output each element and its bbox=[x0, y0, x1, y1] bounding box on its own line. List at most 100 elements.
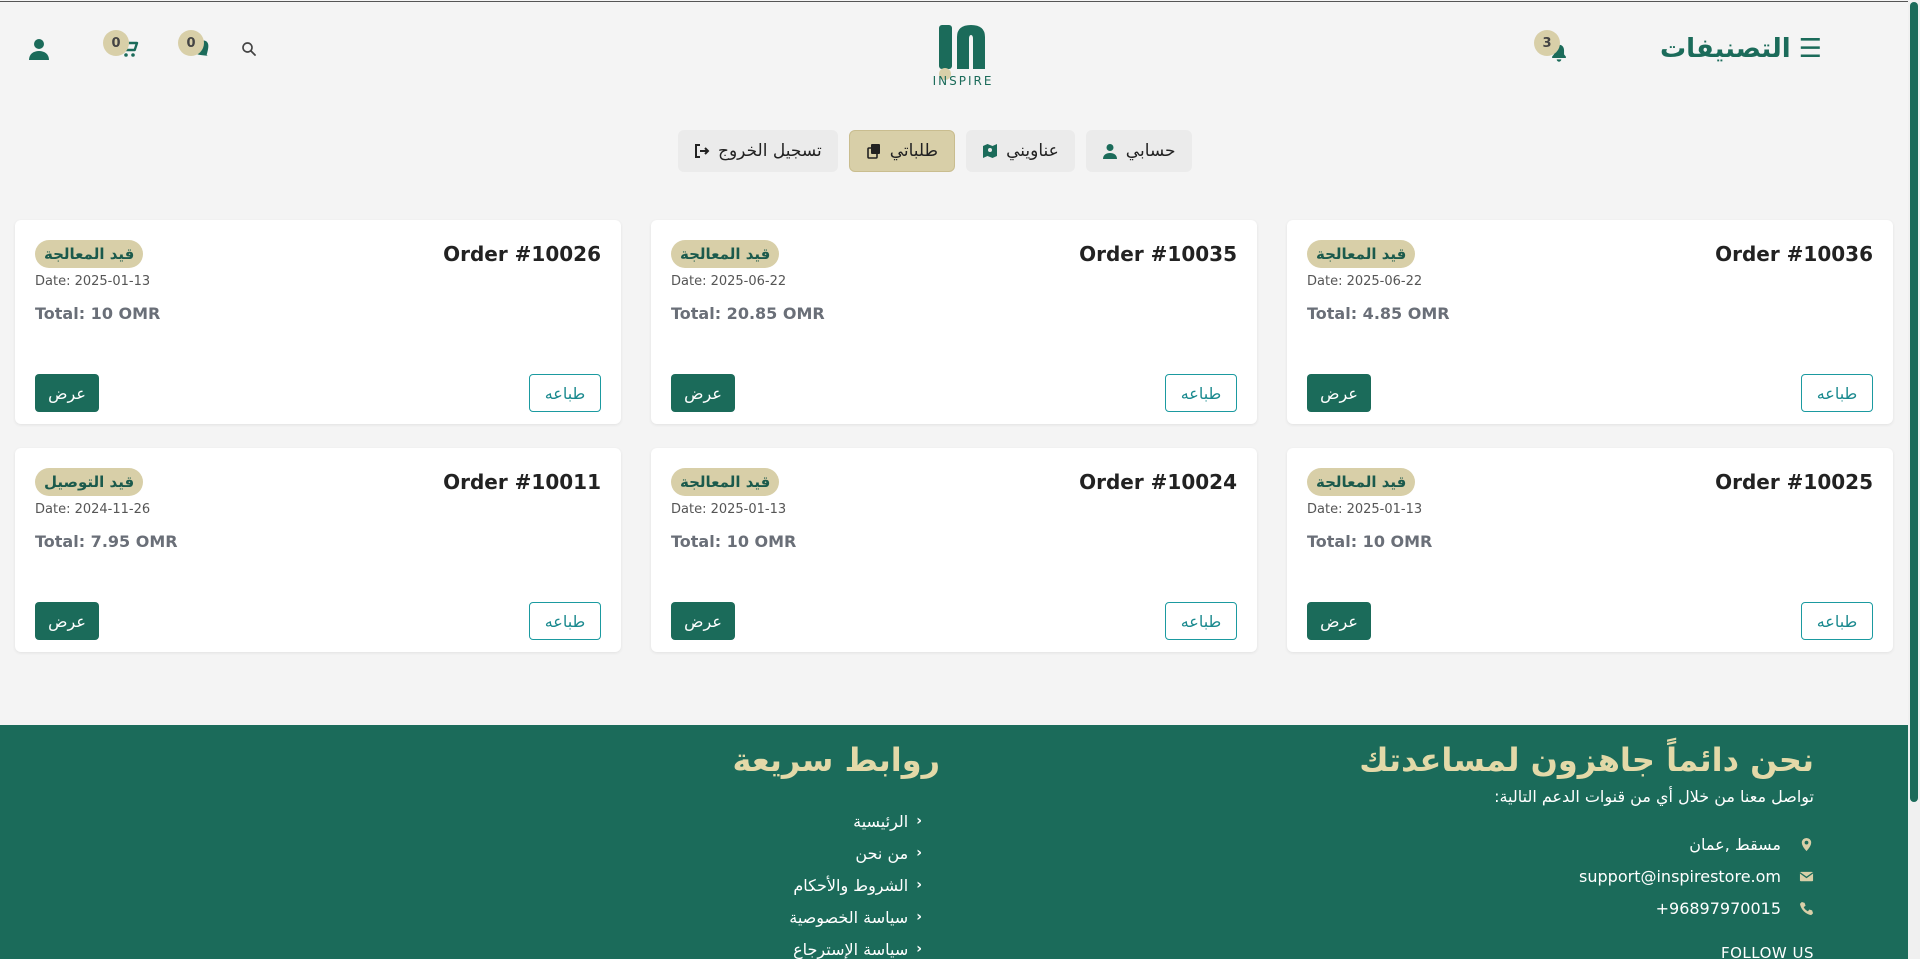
chevron-left-icon: ‹ bbox=[916, 877, 922, 893]
footer-link-label: سياسة الإسترجاع bbox=[793, 939, 909, 959]
order-card: Order #10026 قيد المعالجة Date: 2025-01-… bbox=[15, 220, 621, 424]
order-card: Order #10035 قيد المعالجة Date: 2025-06-… bbox=[651, 220, 1257, 424]
categories-label: التصنيفات bbox=[1659, 34, 1791, 64]
chevron-left-icon: ‹ bbox=[916, 845, 922, 861]
order-number: Order #10036 bbox=[1715, 242, 1873, 266]
categories-menu[interactable]: ☰ التصنيفات bbox=[1660, 34, 1822, 64]
order-total: Total: 10 OMR bbox=[671, 532, 797, 551]
menu-icon: ☰ bbox=[1798, 34, 1822, 64]
quick-links-title: روابط سريعة bbox=[732, 741, 940, 779]
contact-email[interactable]: support@inspirestore.om bbox=[1579, 867, 1814, 886]
account-button[interactable] bbox=[27, 36, 53, 62]
envelope-icon bbox=[1799, 871, 1814, 882]
logout-icon bbox=[695, 144, 710, 158]
print-button[interactable]: طباعه bbox=[1801, 602, 1873, 640]
tab-orders[interactable]: طلباتي bbox=[848, 130, 956, 172]
contact-location: مسقط ,عمان bbox=[1689, 835, 1814, 854]
status-badge: قيد المعالجة bbox=[1307, 468, 1416, 496]
order-date: Date: 2024-11-26 bbox=[35, 502, 151, 517]
quick-links-list: ‹ الرئيسية ‹ من نحن ‹ الشروط والأحكام ‹ … bbox=[789, 805, 922, 959]
support-title: نحن دائماً جاهزون لمساعدتك bbox=[1359, 741, 1814, 779]
order-number: Order #10011 bbox=[443, 470, 601, 494]
status-badge: قيد المعالجة bbox=[35, 240, 144, 268]
wishlist-badge: 0 bbox=[178, 30, 204, 56]
print-button[interactable]: طباعه bbox=[1165, 602, 1237, 640]
user-icon bbox=[1102, 144, 1117, 159]
cart-button[interactable]: 0 bbox=[103, 30, 143, 62]
order-card: Order #10024 قيد المعالجة Date: 2025-01-… bbox=[651, 448, 1257, 652]
footer-link-terms[interactable]: ‹ الشروط والأحكام bbox=[789, 869, 922, 901]
order-total: Total: 10 OMR bbox=[1307, 532, 1433, 551]
tab-account-label: حسابي bbox=[1125, 141, 1176, 161]
order-date: Date: 2025-06-22 bbox=[1307, 274, 1423, 289]
email-text: support@inspirestore.om bbox=[1579, 867, 1781, 886]
order-date: Date: 2025-01-13 bbox=[35, 274, 151, 289]
order-total: Total: 7.95 OMR bbox=[35, 532, 178, 551]
location-pin-icon bbox=[1801, 837, 1812, 852]
orders-grid: Order #10036 قيد المعالجة Date: 2025-06-… bbox=[15, 220, 1893, 652]
phone-text: +96897970015 bbox=[1655, 899, 1781, 918]
footer-link-about[interactable]: ‹ من نحن bbox=[789, 837, 922, 869]
site-header: ☰ التصنيفات 3 INSPIRE 0 0 bbox=[0, 1, 1908, 101]
order-card: Order #10025 قيد المعالجة Date: 2025-01-… bbox=[1287, 448, 1893, 652]
chevron-left-icon: ‹ bbox=[916, 909, 922, 925]
cart-badge: 0 bbox=[103, 30, 129, 56]
order-date: Date: 2025-01-13 bbox=[1307, 502, 1423, 517]
contact-phone[interactable]: +96897970015 bbox=[1656, 899, 1814, 918]
order-number: Order #10035 bbox=[1079, 242, 1237, 266]
order-number: Order #10026 bbox=[443, 242, 601, 266]
view-button[interactable]: عرض bbox=[671, 374, 735, 412]
chevron-left-icon: ‹ bbox=[916, 813, 922, 829]
page-scrollbar[interactable] bbox=[1908, 0, 1920, 959]
status-badge: قيد التوصيل bbox=[35, 468, 144, 496]
tab-addresses[interactable]: عناويني bbox=[966, 130, 1075, 172]
tab-logout[interactable]: تسجيل الخروج bbox=[678, 130, 838, 172]
account-tabs: تسجيل الخروج طلباتي عناويني حسابي bbox=[678, 130, 1192, 172]
order-card: Order #10036 قيد المعالجة Date: 2025-06-… bbox=[1287, 220, 1893, 424]
search-icon bbox=[242, 42, 256, 56]
order-card: Order #10011 قيد التوصيل Date: 2024-11-2… bbox=[15, 448, 621, 652]
tab-logout-label: تسجيل الخروج bbox=[718, 141, 822, 161]
print-button[interactable]: طباعه bbox=[1801, 374, 1873, 412]
order-total: Total: 20.85 OMR bbox=[671, 304, 825, 323]
tab-orders-label: طلباتي bbox=[889, 141, 939, 161]
order-number: Order #10025 bbox=[1715, 470, 1873, 494]
status-badge: قيد المعالجة bbox=[671, 240, 780, 268]
footer-link-label: الشروط والأحكام bbox=[793, 875, 909, 895]
view-button[interactable]: عرض bbox=[1307, 374, 1371, 412]
copy-icon bbox=[866, 144, 880, 159]
scrollbar-thumb[interactable] bbox=[1910, 2, 1918, 802]
logo-text: INSPIRE bbox=[932, 74, 994, 88]
wishlist-button[interactable]: 0 bbox=[178, 30, 218, 64]
print-button[interactable]: طباعه bbox=[529, 374, 601, 412]
user-icon bbox=[29, 39, 49, 60]
view-button[interactable]: عرض bbox=[35, 374, 99, 412]
chevron-left-icon: ‹ bbox=[916, 941, 922, 957]
print-button[interactable]: طباعه bbox=[1165, 374, 1237, 412]
notifications-button[interactable]: 3 bbox=[1534, 30, 1572, 66]
order-date: Date: 2025-01-13 bbox=[671, 502, 787, 517]
status-badge: قيد المعالجة bbox=[671, 468, 780, 496]
footer-link-privacy[interactable]: ‹ سياسة الخصوصية bbox=[789, 901, 922, 933]
footer-link-returns[interactable]: ‹ سياسة الإسترجاع bbox=[789, 933, 922, 959]
footer-link-label: الرئيسية bbox=[853, 811, 909, 831]
tab-account[interactable]: حسابي bbox=[1085, 130, 1192, 172]
location-text: مسقط ,عمان bbox=[1689, 835, 1781, 854]
notifications-badge: 3 bbox=[1534, 30, 1560, 56]
view-button[interactable]: عرض bbox=[35, 602, 99, 640]
order-number: Order #10024 bbox=[1079, 470, 1237, 494]
support-subtitle: تواصل معنا من خلال أي من قنوات الدعم الت… bbox=[1494, 787, 1814, 806]
view-button[interactable]: عرض bbox=[671, 602, 735, 640]
tab-addresses-label: عناويني bbox=[1006, 141, 1059, 161]
print-button[interactable]: طباعه bbox=[529, 602, 601, 640]
site-footer: نحن دائماً جاهزون لمساعدتك تواصل معنا من… bbox=[0, 725, 1908, 959]
view-button[interactable]: عرض bbox=[1307, 602, 1371, 640]
footer-link-label: من نحن bbox=[855, 843, 909, 863]
phone-icon bbox=[1799, 901, 1814, 916]
order-total: Total: 4.85 OMR bbox=[1307, 304, 1450, 323]
footer-link-label: سياسة الخصوصية bbox=[789, 907, 909, 927]
status-badge: قيد المعالجة bbox=[1307, 240, 1416, 268]
order-date: Date: 2025-06-22 bbox=[671, 274, 787, 289]
footer-link-home[interactable]: ‹ الرئيسية bbox=[789, 805, 922, 837]
search-button[interactable] bbox=[240, 40, 266, 66]
